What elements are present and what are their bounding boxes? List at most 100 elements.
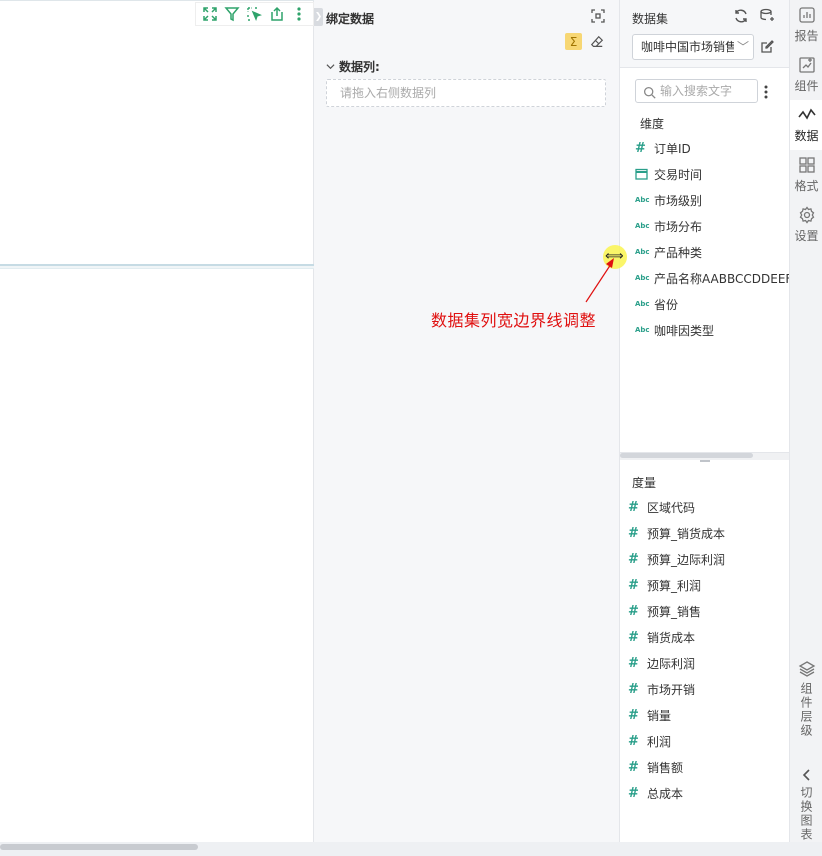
expand-icon[interactable] — [589, 7, 607, 25]
dimension-field[interactable]: 交易时间 — [635, 161, 702, 187]
tab-component[interactable]: 组件 — [790, 50, 822, 100]
refresh-icon[interactable] — [732, 7, 750, 25]
horizontal-scrollbar-thumb[interactable] — [0, 844, 198, 850]
dataset-title: 数据集 — [632, 12, 669, 26]
tab-data-label: 数据 — [794, 129, 819, 143]
tab-data[interactable]: 数据 — [790, 100, 822, 150]
measure-field[interactable]: # 总成本 — [628, 780, 683, 806]
search-icon — [643, 84, 656, 106]
dimension-field[interactable]: # 订单ID — [635, 135, 691, 161]
measure-field-label: 预算_边际利润 — [647, 552, 726, 567]
measure-field-label: 区域代码 — [647, 500, 696, 515]
data-columns-drop-zone[interactable]: 请拖入右侧数据列 — [326, 79, 606, 107]
layers-icon — [798, 661, 815, 677]
dataset-select[interactable]: 咖啡中国市场销售 ﹀ — [632, 34, 754, 60]
dataset-select-value: 咖啡中国市场销售 — [641, 40, 738, 54]
text-type-icon: Abc — [635, 326, 650, 334]
number-type-icon: # — [628, 577, 639, 593]
more-vertical-icon[interactable] — [289, 4, 309, 24]
measure-field-label: 预算_销货成本 — [647, 526, 726, 541]
widget-toolbar — [195, 2, 314, 26]
fullscreen-icon[interactable] — [200, 4, 220, 24]
tab-settings-label: 设置 — [794, 229, 819, 243]
tab-switch-chart[interactable]: 切换图表 — [790, 768, 822, 842]
field-search-placeholder: 输入搜索文字 — [660, 84, 733, 98]
splitter-grip[interactable] — [700, 460, 710, 462]
number-type-icon: # — [628, 759, 639, 775]
dimension-field[interactable]: Abc 咖啡因类型 — [635, 317, 714, 343]
measure-field[interactable]: # 预算_销货成本 — [628, 520, 725, 546]
dimensions-label: 维度 — [640, 117, 665, 131]
dimension-field-label: 市场分布 — [654, 219, 703, 234]
edit-dataset-icon[interactable] — [758, 38, 776, 56]
tab-report[interactable]: 报告 — [790, 0, 822, 50]
data-columns-section[interactable]: 数据列: — [326, 58, 380, 75]
dimension-field[interactable]: Abc 产品名称AABBCCDDEEFF — [635, 265, 789, 291]
chevron-down-icon — [326, 64, 335, 70]
horizontal-scrollbar-thumb[interactable] — [620, 453, 753, 458]
number-type-icon: # — [628, 603, 639, 619]
dimension-field[interactable]: Abc 市场级别 — [635, 187, 702, 213]
export-icon[interactable] — [267, 4, 287, 24]
tab-format[interactable]: 格式 — [790, 150, 822, 200]
measure-field[interactable]: # 区域代码 — [628, 494, 695, 520]
measure-field[interactable]: # 销售额 — [628, 754, 683, 780]
panel-splitter[interactable] — [620, 452, 789, 462]
measure-field[interactable]: # 利润 — [628, 728, 671, 754]
number-type-icon: # — [628, 681, 639, 697]
resize-cursor-icon[interactable]: ⟺ — [605, 250, 624, 263]
measures-label: 度量 — [632, 476, 657, 490]
measure-field-label: 销货成本 — [647, 630, 696, 645]
measure-field-label: 销量 — [647, 708, 672, 723]
dimension-field[interactable]: Abc 产品种类 — [635, 239, 702, 265]
horizontal-scrollbar[interactable] — [0, 842, 822, 856]
number-type-icon: # — [628, 707, 639, 723]
measure-field[interactable]: # 边际利润 — [628, 650, 695, 676]
more-vertical-icon[interactable] — [761, 83, 771, 101]
select-icon[interactable] — [244, 4, 264, 24]
measure-field[interactable]: # 销量 — [628, 702, 671, 728]
filter-icon[interactable] — [222, 4, 242, 24]
number-type-icon: # — [628, 655, 639, 671]
tab-switch-chart-label: 切换图表 — [799, 786, 813, 842]
dataset-panel: 数据集 咖啡中国市场销售 ﹀ 输入搜索文字 维度 # 订单ID 交易时间 Abc 市场级… — [620, 0, 789, 846]
measure-field[interactable]: # 销货成本 — [628, 624, 695, 650]
text-type-icon: Abc — [635, 248, 650, 256]
dimension-field[interactable]: Abc 市场分布 — [635, 213, 702, 239]
measure-field[interactable]: # 市场开销 — [628, 676, 695, 702]
number-type-icon: # — [628, 629, 639, 645]
measure-field-label: 销售额 — [647, 760, 684, 775]
measure-field-label: 预算_销售 — [647, 604, 702, 619]
number-type-icon: # — [628, 733, 639, 749]
bind-panel-title: 绑定数据 — [326, 12, 375, 26]
calendar-icon — [635, 168, 654, 180]
aggregate-sigma-button[interactable]: Σ — [565, 33, 582, 50]
dimension-field-label: 市场级别 — [654, 193, 703, 208]
tab-format-label: 格式 — [794, 179, 819, 193]
field-search-input[interactable]: 输入搜索文字 — [635, 79, 758, 103]
add-dataset-icon[interactable] — [758, 7, 776, 25]
measure-field[interactable]: # 预算_边际利润 — [628, 546, 725, 572]
tab-layers[interactable]: 组件层级 — [790, 660, 822, 738]
widget-bottom-border[interactable] — [0, 264, 314, 269]
measure-field-label: 总成本 — [647, 786, 684, 801]
tab-report-label: 报告 — [794, 29, 819, 43]
data-icon — [797, 108, 816, 120]
report-canvas[interactable] — [0, 0, 314, 846]
measure-field-label: 预算_利润 — [647, 578, 702, 593]
dimension-field-label: 产品名称AABBCCDDEEFF — [654, 271, 789, 286]
chevron-left-icon — [802, 769, 810, 781]
text-type-icon: Abc — [635, 196, 650, 204]
collapse-panel-button[interactable]: ❯ — [314, 8, 323, 26]
text-type-icon: Abc — [635, 222, 650, 230]
chevron-down-icon: ﹀ — [733, 35, 749, 59]
measure-field[interactable]: # 预算_利润 — [628, 572, 701, 598]
text-type-icon: Abc — [635, 300, 650, 308]
dimension-field-label: 交易时间 — [654, 167, 703, 182]
tab-settings[interactable]: 设置 — [790, 200, 822, 250]
dimension-field-label: 订单ID — [654, 141, 691, 156]
measure-field[interactable]: # 预算_销售 — [628, 598, 701, 624]
dimension-field[interactable]: Abc 省份 — [635, 291, 678, 317]
eraser-icon[interactable] — [588, 33, 606, 51]
measure-field-label: 市场开销 — [647, 682, 696, 697]
